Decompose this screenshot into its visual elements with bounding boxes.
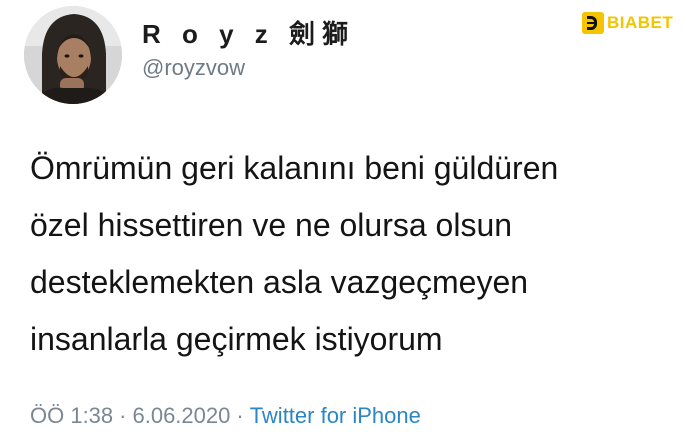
avatar[interactable] — [24, 6, 122, 104]
tweet-meta: ÖÖ 1:38 · 6.06.2020 · Twitter for iPhone — [30, 403, 421, 429]
user-handle[interactable]: @royzvow — [142, 55, 245, 81]
brand-logo: BIABET — [582, 11, 673, 35]
avatar-photo — [24, 6, 122, 104]
tweet-text: Ömrümün geri kalanını beni güldüren özel… — [30, 140, 670, 368]
tweet-text-line: özel hissettiren ve ne olursa olsun — [30, 207, 513, 243]
tweet-date[interactable]: 6.06.2020 — [132, 403, 230, 428]
tweet-card: R o y z 劍獅 @royzvow BIABET Ömrümün geri … — [0, 0, 690, 435]
tweet-text-line: Ömrümün geri kalanını beni güldüren — [30, 150, 559, 186]
meta-separator: · — [236, 403, 244, 428]
brand-logo-icon — [582, 12, 604, 34]
tweet-text-line: desteklemekten asla vazgeçmeyen — [30, 264, 529, 300]
display-name[interactable]: R o y z 劍獅 — [142, 14, 355, 51]
tweet-text-line: insanlarla geçirmek istiyorum — [30, 321, 443, 357]
brand-name: BIABET — [607, 13, 674, 32]
meta-separator: · — [119, 403, 127, 428]
tweet-source-link[interactable]: Twitter for iPhone — [250, 403, 421, 428]
tweet-time[interactable]: ÖÖ 1:38 — [30, 403, 113, 428]
